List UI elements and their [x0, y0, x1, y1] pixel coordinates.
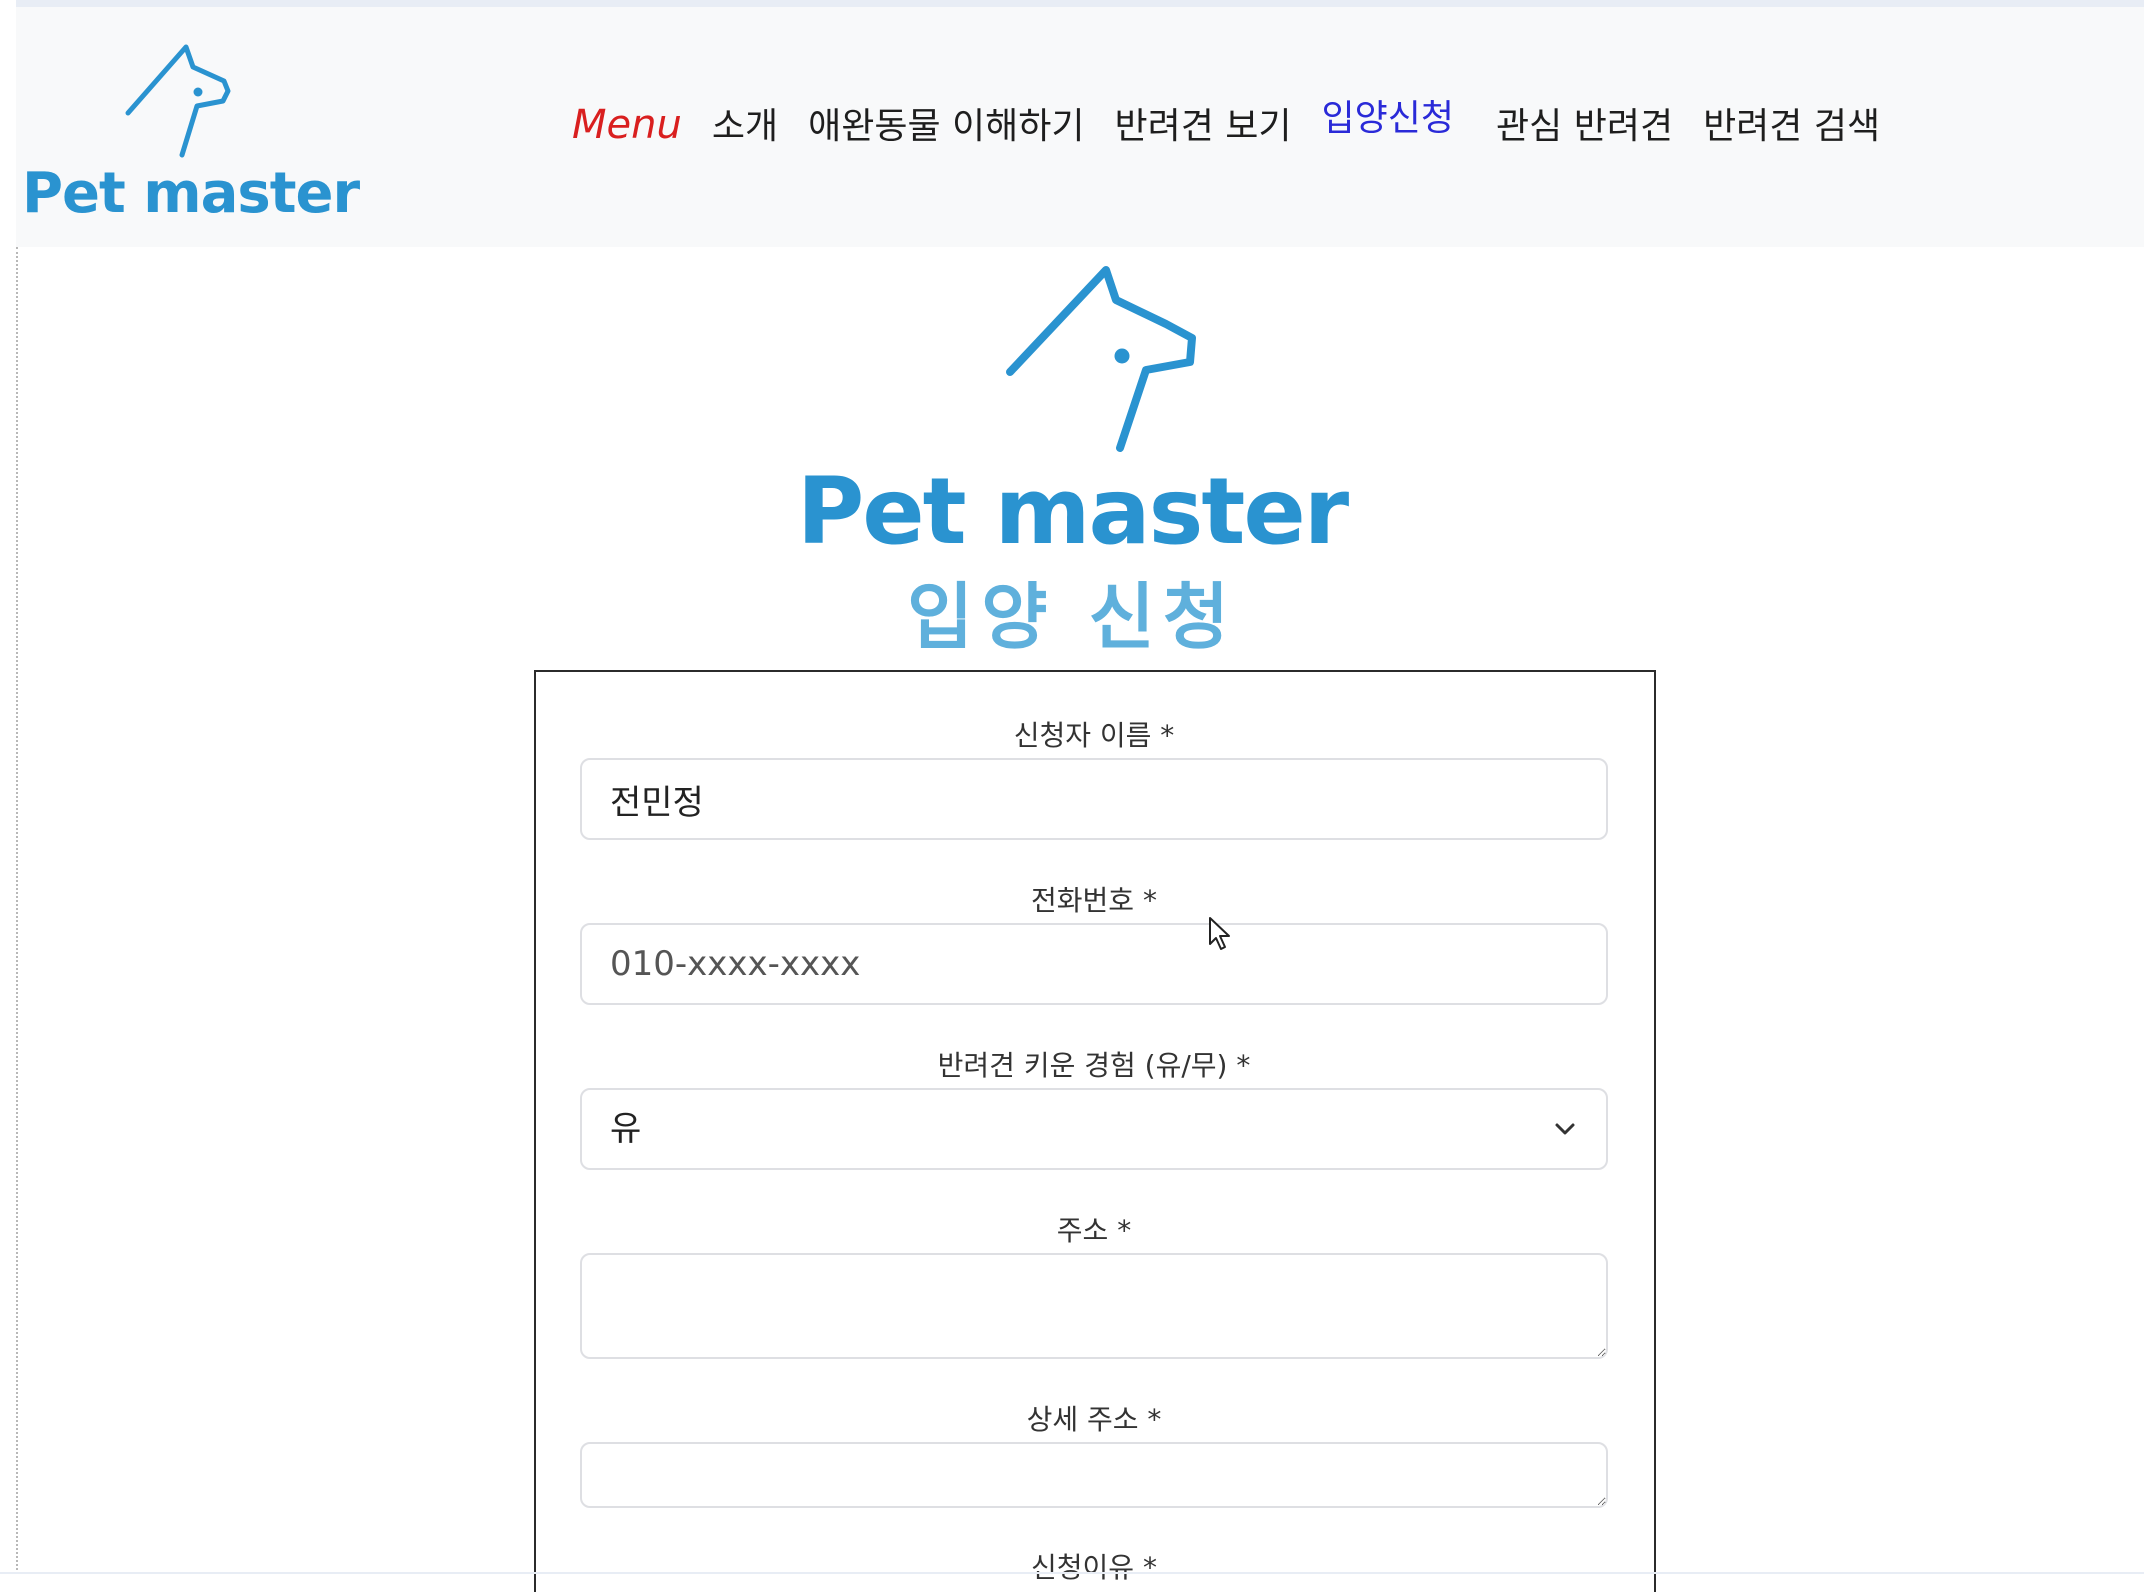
- nav-link-adoption[interactable]: 입양신청: [1322, 89, 1454, 141]
- name-label: 신청자 이름 *: [1013, 719, 1175, 752]
- hero-subtitle: 입양 신청: [906, 575, 1238, 659]
- adoption-form: 신청자 이름 * 전화번호 * 반려견 키운 경험 (유/무) * 유 주소 *…: [534, 670, 1656, 1592]
- address-detail-group: 상세 주소 *: [580, 1398, 1608, 1512]
- nav-link-search-dogs[interactable]: 반려견 검색: [1703, 97, 1880, 149]
- navbar: Pet master Menu 소개 애완동물 이해하기 반려견 보기 입양신청…: [16, 7, 2144, 247]
- experience-label: 반려견 키운 경험 (유/무) *: [937, 1049, 1251, 1082]
- address-field-wrap: [580, 1253, 1608, 1363]
- address-input[interactable]: [580, 1253, 1608, 1359]
- reason-label: 신청이유 *: [1031, 1551, 1157, 1584]
- chevron-down-icon: [1555, 1123, 1575, 1135]
- nav-link-favorite-dogs[interactable]: 관심 반려견: [1496, 97, 1673, 149]
- dog-head-icon: [1006, 266, 1196, 452]
- address-group: 주소 *: [580, 1209, 1608, 1363]
- window-top-strip: [0, 0, 2144, 7]
- address-detail-field-wrap: [580, 1442, 1608, 1512]
- nav-link-view-dogs[interactable]: 반려견 보기: [1114, 97, 1291, 149]
- navbar-logo[interactable]: Pet master: [20, 33, 360, 233]
- address-detail-input[interactable]: [580, 1442, 1608, 1508]
- experience-group: 반려견 키운 경험 (유/무) * 유: [580, 1044, 1608, 1170]
- window-left-edge: [0, 0, 16, 1574]
- hero-title: Pet master: [796, 458, 1349, 565]
- experience-select[interactable]: 유: [580, 1088, 1608, 1170]
- address-label: 주소 *: [1056, 1214, 1132, 1247]
- mouse-cursor-icon: [1209, 917, 1230, 950]
- experience-selected-value: 유: [580, 1088, 1608, 1170]
- nav-menu: Menu 소개 애완동물 이해하기 반려견 보기 입양신청 관심 반려견 반려견…: [572, 97, 1910, 149]
- nav-menu-label: Menu: [572, 102, 682, 148]
- nav-link-understand-pets[interactable]: 애완동물 이해하기: [808, 97, 1084, 149]
- name-input[interactable]: [580, 758, 1608, 840]
- phone-input[interactable]: [580, 923, 1608, 1005]
- dog-head-icon: [125, 44, 231, 158]
- hero: Pet master 입양 신청: [0, 250, 2144, 659]
- navbar-logo-text: Pet master: [22, 161, 360, 226]
- nav-link-intro[interactable]: 소개: [712, 97, 778, 149]
- phone-group: 전화번호 *: [580, 879, 1608, 1005]
- name-group: 신청자 이름 *: [580, 714, 1608, 840]
- reason-group: 신청이유 *: [580, 1546, 1608, 1590]
- address-detail-label: 상세 주소 *: [1026, 1403, 1162, 1436]
- phone-label: 전화번호 *: [1031, 884, 1157, 917]
